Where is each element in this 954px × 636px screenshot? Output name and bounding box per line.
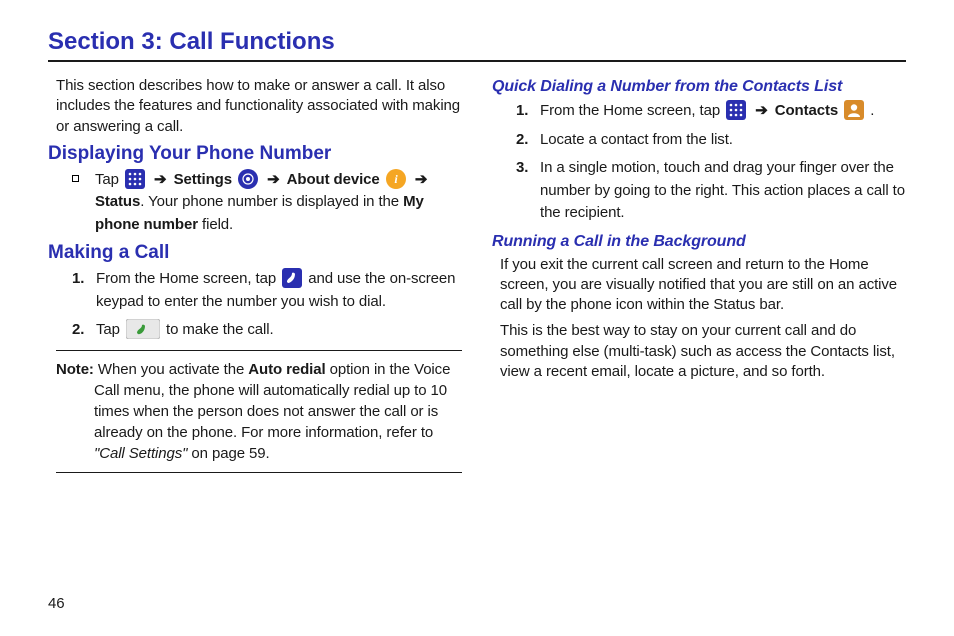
square-bullet-icon	[72, 175, 79, 182]
contacts-icon	[844, 100, 864, 120]
text-tap: Tap	[95, 171, 119, 188]
text: .	[870, 102, 874, 119]
note-block: Note: When you activate the Auto redial …	[56, 359, 462, 464]
list-content: Tap to make the call.	[96, 319, 462, 342]
intro-text: This section describes how to make or an…	[56, 76, 462, 137]
text: Tap	[96, 321, 124, 338]
bullet-item: Tap ➔ Settings ➔ About device i ➔ Status…	[72, 169, 462, 237]
apps-grid-icon	[726, 100, 746, 120]
settings-gear-icon	[238, 169, 258, 189]
call-button-icon	[126, 319, 160, 339]
left-column: This section describes how to make or an…	[48, 76, 462, 481]
note-divider	[56, 472, 462, 473]
list-content: Locate a contact from the list.	[540, 129, 906, 152]
list-item: 2. Tap to make the call.	[72, 319, 462, 342]
phone-keypad-icon	[282, 268, 302, 288]
note-ref: "Call Settings"	[94, 445, 187, 462]
text: From the Home screen, tap	[96, 270, 280, 287]
text-status: Status	[95, 193, 140, 210]
content-columns: This section describes how to make or an…	[48, 76, 906, 481]
arrow-icon: ➔	[415, 171, 427, 188]
paragraph: If you exit the current call screen and …	[500, 255, 906, 316]
arrow-icon: ➔	[154, 171, 166, 188]
list-item: 1. From the Home screen, tap and use the…	[72, 268, 462, 313]
heading-displaying: Displaying Your Phone Number	[48, 143, 462, 165]
note-tail: on page 59.	[187, 445, 269, 462]
arrow-icon: ➔	[267, 171, 279, 188]
note-auto-redial: Auto redial	[248, 361, 325, 378]
list-item: 3. In a single motion, touch and drag yo…	[516, 157, 906, 225]
right-column: Quick Dialing a Number from the Contacts…	[492, 76, 906, 481]
list-number: 2.	[72, 319, 92, 342]
list-content: From the Home screen, tap ➔ Contacts .	[540, 100, 906, 123]
list-content: From the Home screen, tap and use the on…	[96, 268, 462, 313]
list-number: 1.	[516, 100, 536, 123]
text: to make the call.	[166, 321, 274, 338]
section-title: Section 3: Call Functions	[48, 28, 906, 56]
list-item: 1. From the Home screen, tap ➔ Contacts …	[516, 100, 906, 123]
title-rule	[48, 60, 906, 62]
text-field: field.	[198, 216, 233, 233]
text-about-device: About device	[287, 171, 380, 188]
text-status-line: . Your phone number is displayed in the	[140, 193, 403, 210]
heading-background-call: Running a Call in the Background	[492, 233, 906, 251]
note-label: Note:	[56, 361, 94, 378]
heading-making-call: Making a Call	[48, 242, 462, 264]
list-number: 3.	[516, 157, 536, 180]
page-number: 46	[48, 595, 65, 612]
info-icon: i	[386, 169, 406, 189]
list-item: 2. Locate a contact from the list.	[516, 129, 906, 152]
note-divider	[56, 350, 462, 351]
list-number: 2.	[516, 129, 536, 152]
text-contacts: Contacts	[775, 102, 838, 119]
list-content: In a single motion, touch and drag your …	[540, 157, 906, 225]
apps-grid-icon	[125, 169, 145, 189]
bullet-content: Tap ➔ Settings ➔ About device i ➔ Status…	[95, 169, 462, 237]
list-number: 1.	[72, 268, 92, 291]
note-text: When you activate the	[94, 361, 248, 378]
text-settings: Settings	[174, 171, 232, 188]
heading-quick-dial: Quick Dialing a Number from the Contacts…	[492, 78, 906, 96]
paragraph: This is the best way to stay on your cur…	[500, 321, 906, 382]
arrow-icon: ➔	[755, 102, 767, 119]
text: From the Home screen, tap	[540, 102, 724, 119]
